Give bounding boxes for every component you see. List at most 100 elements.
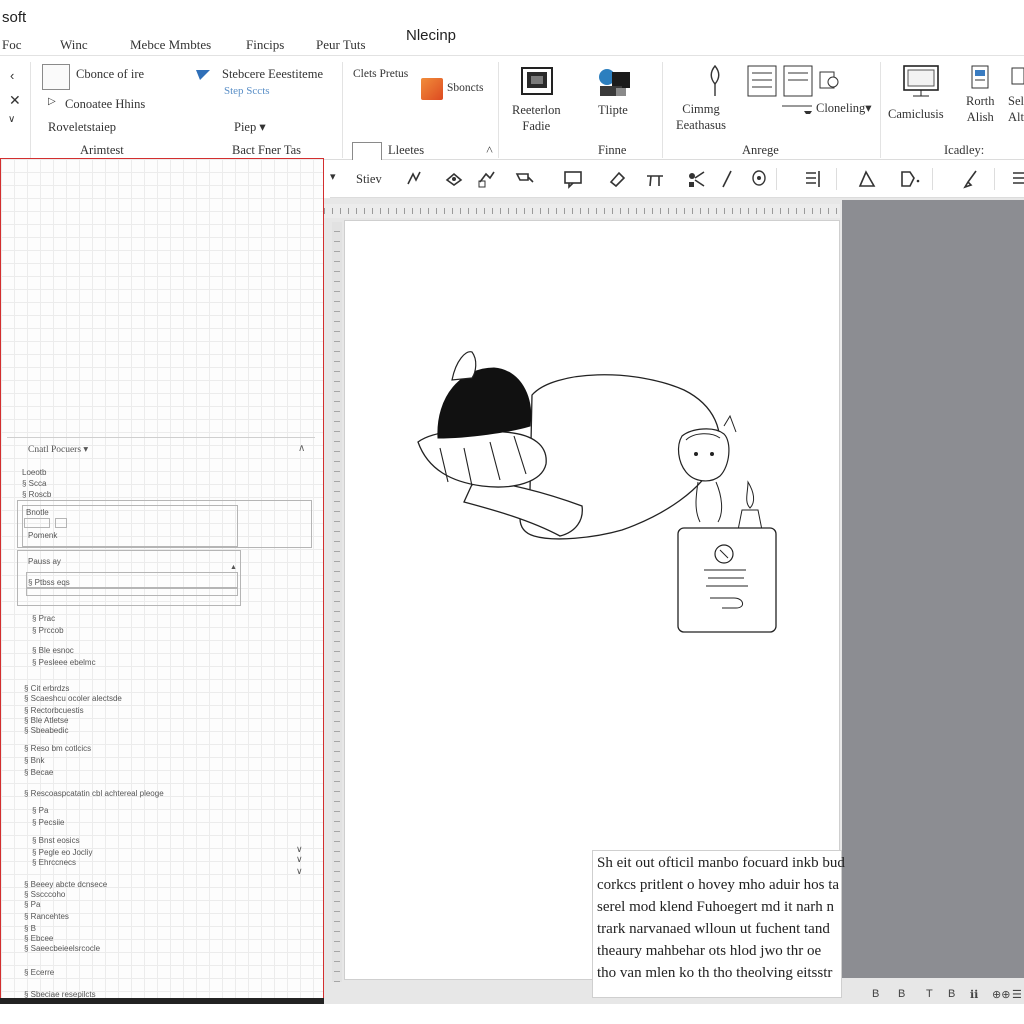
status-icon[interactable]: B	[948, 988, 955, 1000]
tree-item[interactable]: § Pegle eo Jocliy	[32, 848, 92, 857]
panel-toggle[interactable]	[55, 518, 67, 528]
tree-item[interactable]: § Ptbss eqs	[28, 578, 70, 587]
pane-header[interactable]: Cnatl Pocuers ▾	[28, 444, 88, 455]
eraser-tool-icon[interactable]	[606, 168, 628, 190]
tree-item[interactable]: § Roscb	[22, 490, 51, 499]
tree-item[interactable]: § Sscccoho	[24, 890, 65, 899]
shapes-icon[interactable]	[421, 78, 443, 100]
ribbon-item-shapes[interactable]: Sboncts	[447, 81, 483, 95]
ribbon-item-choices[interactable]: Cbonce of ire	[76, 67, 144, 83]
tree-item[interactable]: § Pa	[24, 900, 40, 909]
ribbon-item-piep-dropdown[interactable]: Piep ▾	[234, 120, 266, 136]
style-label[interactable]: Stiev	[356, 172, 382, 187]
brush-tool-icon[interactable]	[960, 168, 982, 190]
tab-members[interactable]: Mebce Mmbtes	[130, 37, 211, 53]
chevron-down-icon[interactable]: ∨	[296, 854, 303, 865]
tab-window[interactable]: Winc	[60, 37, 88, 53]
menu-icon[interactable]: ☰	[1012, 988, 1022, 1001]
tree-item[interactable]: § Rescoaspcatatin cbl achtereal pleoge	[24, 789, 164, 798]
tree-item[interactable]: § Pa	[32, 806, 48, 815]
tree-item[interactable]: § Becae	[24, 768, 53, 777]
ribbon-item-select-elements[interactable]: Stebcere Eeestiteme	[222, 67, 323, 83]
cut-tool-icon[interactable]	[686, 168, 708, 190]
panel-field[interactable]	[24, 518, 50, 528]
ribbon-item-reterlon[interactable]: Reeterlon Fadie	[512, 103, 561, 134]
arrange-icon[interactable]	[746, 64, 818, 114]
align-icon[interactable]	[1010, 66, 1024, 88]
tree-item[interactable]: § Pecsiie	[32, 818, 64, 827]
collapse-icon[interactable]: ∧	[298, 443, 305, 454]
ribbon-item-cloneling[interactable]: Cloneling▾	[816, 101, 872, 117]
flag-icon	[196, 70, 210, 80]
shape-dropdown-icon[interactable]	[898, 168, 920, 190]
tree-item[interactable]: § Ebcee	[24, 934, 53, 943]
tree-item[interactable]: § Beeey abcte dcnsece	[24, 880, 107, 889]
tree-item[interactable]: Pomenk	[28, 531, 57, 540]
comment-tool-icon[interactable]	[562, 168, 584, 190]
tree-item[interactable]: Loeotb	[22, 468, 46, 477]
tree-item[interactable]: § Ble esnoc	[32, 646, 74, 655]
zoom-icon[interactable]: ℹℹ	[970, 988, 978, 1001]
tree-item[interactable]: § Pesleee ebelmc	[32, 658, 96, 667]
toolbar-divider	[994, 168, 995, 190]
chevron-down-icon[interactable]: ∨	[8, 114, 15, 125]
tree-item[interactable]: § Ble Atletse	[24, 716, 68, 725]
text-box-icon[interactable]	[42, 64, 70, 90]
panel-field[interactable]	[26, 588, 238, 596]
tree-item[interactable]: § Scaeshcu ocoler alectsde	[24, 694, 122, 703]
tree-item[interactable]: § B	[24, 924, 36, 933]
chevron-down-icon[interactable]: ∨	[296, 866, 303, 877]
pin-icon[interactable]: ‹	[10, 68, 14, 83]
align-tool-icon[interactable]	[802, 168, 824, 190]
ribbon-item-tlipte[interactable]: Tlipte	[598, 103, 628, 119]
ribbon-item-clets-pretus[interactable]: Clets Pretus	[353, 67, 408, 81]
tree-item[interactable]: § Rancehtes	[24, 912, 69, 921]
lock-icon[interactable]	[818, 68, 840, 92]
tree-item[interactable]: § Prac	[32, 614, 55, 623]
picture-icon[interactable]	[520, 66, 556, 98]
ribbon-item-camiclusis[interactable]: Camiclusis	[888, 107, 944, 123]
caret-up-icon[interactable]: ▲	[230, 564, 237, 571]
pen-icon[interactable]	[704, 64, 726, 98]
tree-item[interactable]: § Scca	[22, 479, 46, 488]
list-tool-icon[interactable]	[1010, 168, 1024, 190]
tab-peur-tuts[interactable]: Peur Tuts	[316, 37, 366, 53]
tree-item[interactable]: § Bnk	[24, 756, 44, 765]
fit-icon[interactable]: ⊕⊕	[992, 988, 1010, 1001]
tree-item[interactable]: § Ecerre	[24, 968, 54, 977]
link-tool-icon[interactable]	[476, 168, 498, 190]
dropdown-arrow-icon[interactable]: ▾	[330, 170, 336, 183]
line-tool-icon[interactable]	[716, 168, 738, 190]
tree-item[interactable]: § Cit erbrdzs	[24, 684, 69, 693]
ribbon-item-sel[interactable]: Sel Alt	[1008, 94, 1024, 125]
ribbon-item-connect[interactable]: Conoatee Hhins	[65, 97, 145, 113]
ribbon-item-step-scripts[interactable]: Step Sccts	[224, 85, 270, 99]
tree-item[interactable]: § Bnst eosics	[32, 836, 80, 845]
ribbon-item-relationship[interactable]: Roveletstaiep	[48, 120, 116, 136]
tab-file[interactable]: Foc	[2, 37, 22, 53]
tree-item[interactable]: § Reso bm cotlcics	[24, 744, 91, 753]
status-icon[interactable]: B	[872, 988, 879, 1000]
monitor-icon[interactable]	[902, 64, 942, 100]
tree-item[interactable]: § Prccob	[32, 626, 64, 635]
paint-tool-icon[interactable]	[444, 168, 466, 190]
media-icon[interactable]	[594, 66, 634, 100]
tree-item[interactable]: § Ehrccnecs	[32, 858, 76, 867]
angle-tool-icon[interactable]	[856, 168, 878, 190]
tree-item[interactable]: § Sbeabedic	[24, 726, 68, 735]
fill-tool-icon[interactable]	[514, 168, 536, 190]
wave-tool-icon[interactable]	[404, 168, 426, 190]
status-icon[interactable]: B	[898, 988, 905, 1000]
document-icon[interactable]	[970, 64, 992, 92]
tab-fincips[interactable]: Fincips	[246, 37, 284, 53]
lasso-tool-icon[interactable]	[748, 168, 770, 190]
ribbon-item-cimmg[interactable]: Cimmg Eeathasus	[676, 102, 726, 133]
tree-item[interactable]: § Rectorbcuestis	[24, 706, 84, 715]
text-box[interactable]: Sh eit out ofticil manbo focuard inkb bu…	[592, 850, 845, 998]
connector-tool-icon[interactable]	[644, 168, 666, 190]
toolbar-divider	[836, 168, 837, 190]
status-icon[interactable]: T	[926, 988, 933, 1000]
close-icon[interactable]: ✕	[9, 92, 21, 109]
ribbon-item-rorth[interactable]: Rorth Alish	[966, 94, 994, 125]
tree-item[interactable]: § Saeecbeieelsrcocle	[24, 944, 100, 953]
